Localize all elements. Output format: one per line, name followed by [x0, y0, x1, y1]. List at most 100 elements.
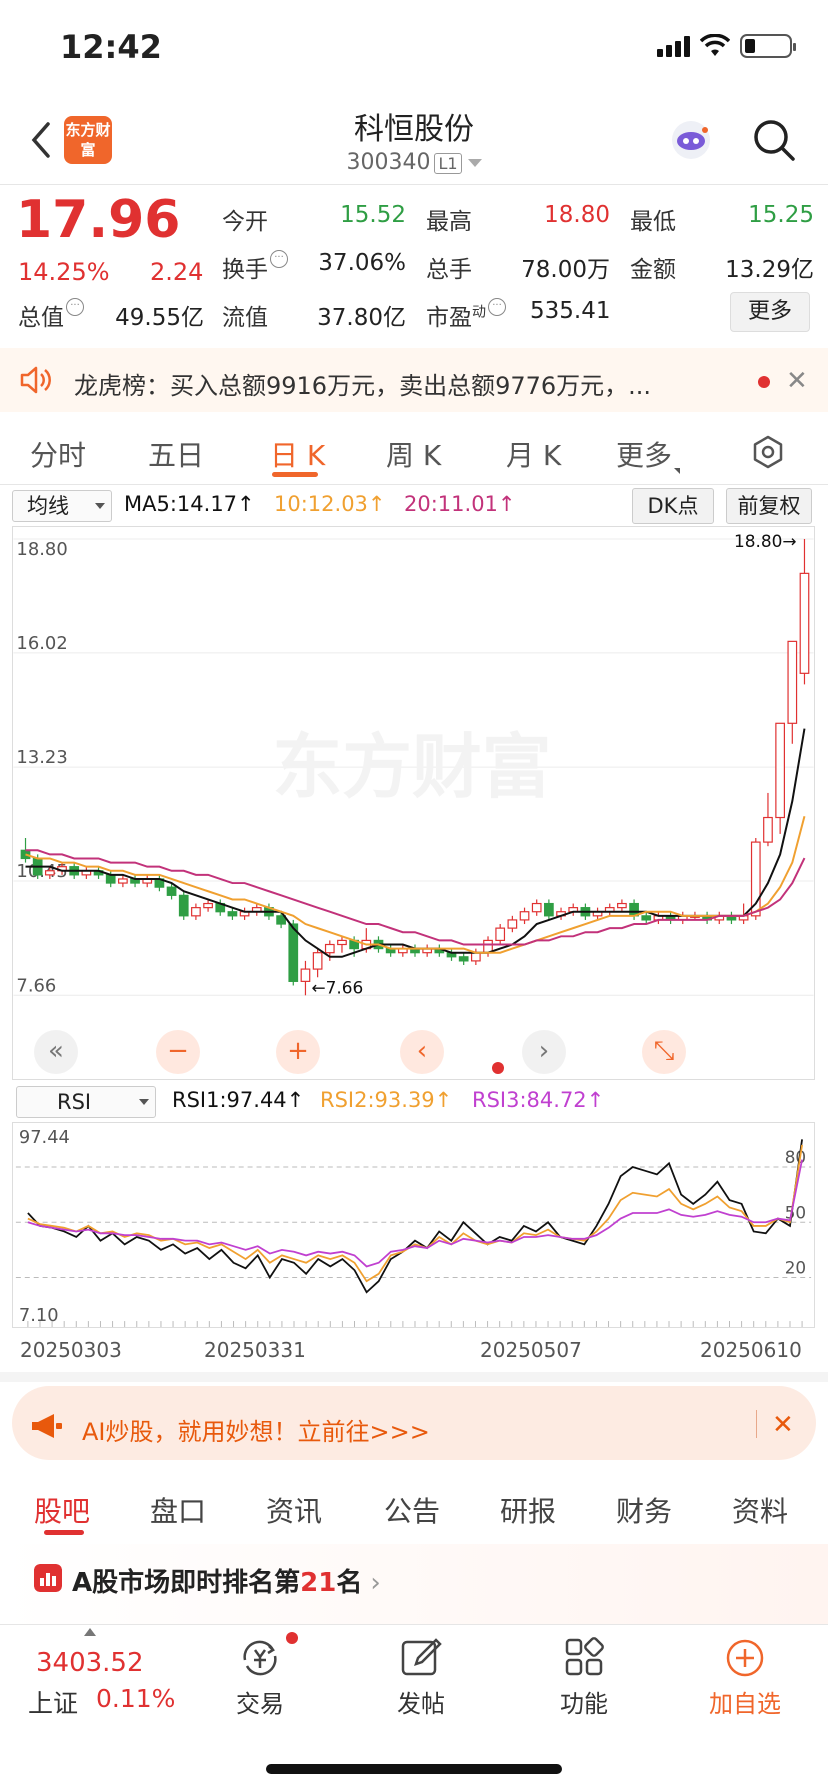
tab-more[interactable]: 更多 [616, 434, 681, 474]
ma20-value: 20:11.01↑ [404, 492, 516, 516]
candle-body [300, 968, 311, 982]
scroll-right-button[interactable]: › [522, 1030, 566, 1074]
quote-value: 78.00万 [521, 257, 610, 283]
info-icon[interactable]: ··· [488, 298, 506, 316]
watermark: 东方财富 [273, 727, 552, 808]
tab-news[interactable]: 资讯 [266, 1490, 322, 1530]
quote-value: 13.29亿 [725, 257, 814, 283]
candle-body [44, 870, 55, 876]
search-icon[interactable] [752, 118, 796, 162]
status-icons [657, 34, 796, 58]
x-axis-date-label: 20250610 [700, 1338, 802, 1362]
shanghai-index-percent[interactable]: 0.11% [96, 1684, 175, 1713]
nav-trade-label[interactable]: 交易 [215, 1684, 305, 1719]
unread-dot [758, 376, 770, 388]
zoom-out-button[interactable]: − [156, 1030, 200, 1074]
zoom-in-button[interactable]: + [276, 1030, 320, 1074]
price-adjust-button[interactable]: 前复权 [726, 488, 812, 524]
gear-icon[interactable] [750, 434, 786, 470]
quote-label: 总手 [426, 257, 472, 283]
rank-chart-icon [34, 1564, 62, 1592]
ai-banner-text[interactable]: AI炒股，就用妙想！立前往>>> [82, 1412, 430, 1447]
shanghai-index-name[interactable]: 上证 [28, 1684, 78, 1720]
tab-research[interactable]: 研报 [500, 1490, 556, 1530]
rank-text[interactable]: A股市场即时排名第21名 › [72, 1562, 381, 1599]
quote-label: 市盈 [426, 305, 472, 331]
dk-point-button[interactable]: DK点 [632, 488, 714, 524]
close-icon[interactable]: ✕ [786, 366, 808, 396]
megaphone-icon [32, 1414, 62, 1438]
tab-daily-k[interactable]: 日 K [270, 434, 325, 474]
rank-prefix: A股市场即时排名第 [72, 1568, 301, 1598]
nav-add-watchlist-label[interactable]: 加自选 [700, 1684, 790, 1719]
tab-order-book[interactable]: 盘口 [150, 1490, 206, 1530]
tab-five-day[interactable]: 五日 [148, 434, 204, 474]
nav-features-label[interactable]: 功能 [539, 1684, 629, 1719]
speaker-icon [20, 366, 51, 394]
tab-intraday[interactable]: 分时 [30, 434, 86, 474]
add-watchlist-icon[interactable] [722, 1636, 768, 1680]
candle-body [166, 886, 177, 896]
active-tab-indicator [44, 1530, 84, 1535]
ma-indicator-select[interactable]: 均线 [12, 490, 112, 522]
features-grid-icon[interactable] [561, 1636, 607, 1680]
ai-assistant-icon[interactable] [668, 118, 714, 162]
rank-suffix: 名 [336, 1568, 363, 1598]
notification-dot [286, 1632, 298, 1644]
ma20-line [25, 849, 806, 946]
tab-profile[interactable]: 资料 [732, 1490, 788, 1530]
fullscreen-button[interactable]: ⤡ [642, 1030, 686, 1074]
nav-post-label[interactable]: 发帖 [376, 1684, 466, 1719]
quote-label: 金额 [630, 257, 676, 283]
ma-select-label: 均线 [27, 494, 69, 518]
candle-body [787, 640, 798, 724]
quote-value: 37.80亿 [317, 305, 406, 331]
up-arrow-icon [84, 1628, 96, 1636]
ma10-value: 10:12.03↑ [274, 492, 386, 516]
tab-monthly-k[interactable]: 月 K [506, 434, 561, 474]
quote-label: 总值 [18, 305, 64, 331]
candle-body [288, 923, 299, 982]
jump-to-start-button[interactable]: « [34, 1030, 78, 1074]
candlestick-chart[interactable]: 18.8016.0213.2310.457.66东方财富18.80→←7.66 [12, 526, 815, 1080]
signal-icon [657, 35, 690, 57]
candle-body [617, 902, 627, 909]
info-icon[interactable]: ··· [270, 250, 288, 268]
candle-body [178, 894, 189, 917]
more-quote-button[interactable]: 更多 [730, 292, 810, 332]
rsi3-line [27, 1159, 803, 1268]
rsi2-line [27, 1144, 803, 1283]
rsi2-value: RSI2:93.39↑ [320, 1088, 453, 1112]
rsi-chart[interactable]: 80502097.447.10 [12, 1122, 815, 1328]
quote-label: 最高 [426, 209, 472, 235]
tab-financials[interactable]: 财务 [616, 1490, 672, 1530]
rsi1-value: RSI1:97.44↑ [172, 1088, 305, 1112]
rsi3-value: RSI3:84.72↑ [472, 1088, 605, 1112]
tab-weekly-k[interactable]: 周 K [386, 434, 441, 474]
candle-body [641, 915, 652, 921]
scroll-left-button[interactable]: ‹ [400, 1030, 444, 1074]
post-edit-icon[interactable] [398, 1636, 444, 1680]
shanghai-index-value[interactable]: 3403.52 [36, 1648, 144, 1678]
home-indicator [266, 1764, 562, 1774]
rsi-reference-label: 20 [785, 1258, 806, 1278]
quote-value: 15.52 [340, 202, 406, 228]
rsi-indicator-select[interactable]: RSI [16, 1086, 156, 1118]
y-axis-label: 18.80 [16, 539, 67, 560]
tab-guba[interactable]: 股吧 [34, 1490, 90, 1530]
quote-value: 15.25 [748, 202, 814, 228]
y-axis-label: 16.02 [16, 633, 67, 654]
quote-value: 535.41 [530, 298, 611, 324]
y-axis-label: 97.44 [19, 1127, 70, 1148]
close-icon[interactable]: ✕ [772, 1410, 794, 1440]
chevron-down-icon [467, 159, 482, 167]
rank-number: 21 [300, 1568, 337, 1598]
tab-announcements[interactable]: 公告 [384, 1490, 440, 1530]
x-axis-date-label: 20250507 [480, 1338, 582, 1362]
high-price-marker: 18.80→ [734, 531, 797, 551]
change-percent: 14.25% [18, 258, 110, 286]
info-icon[interactable]: ··· [66, 298, 84, 316]
chevron-right-icon: › [370, 1568, 381, 1598]
trade-yen-icon[interactable] [237, 1636, 283, 1680]
ticker-text[interactable]: 龙虎榜：买入总额9916万元，卖出总额9776万元，... [74, 366, 714, 401]
